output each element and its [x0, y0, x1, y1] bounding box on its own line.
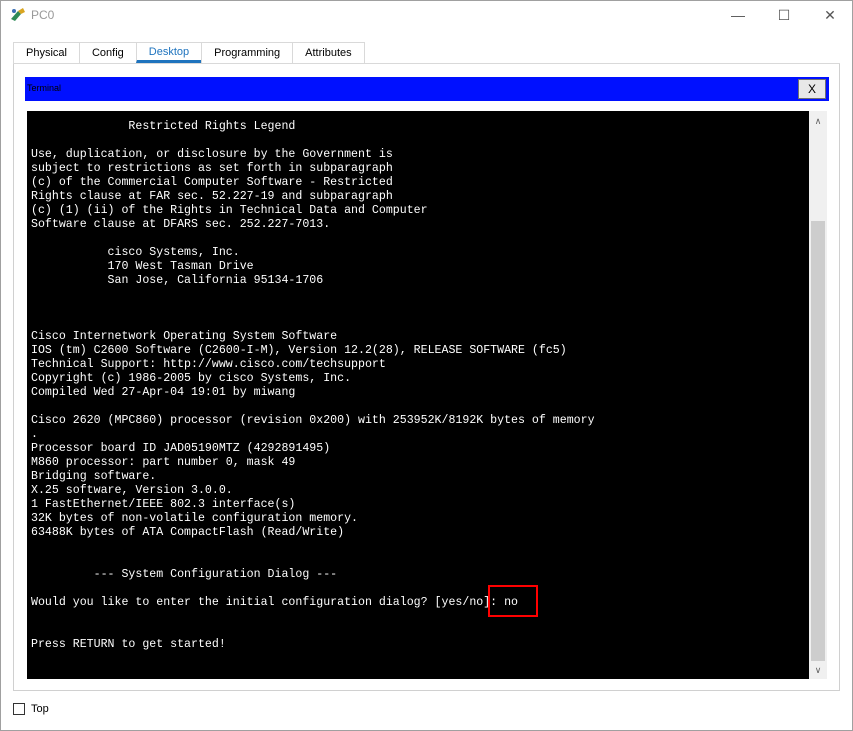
terminal-close-button[interactable]: X [798, 79, 826, 99]
tab-config[interactable]: Config [78, 42, 137, 63]
window-title: PC0 [31, 8, 55, 22]
scroll-down-icon[interactable]: ∨ [809, 662, 827, 678]
terminal-console[interactable]: Restricted Rights Legend Use, duplicatio… [27, 111, 809, 679]
tab-attributes[interactable]: Attributes [292, 42, 365, 63]
tab-physical[interactable]: Physical [13, 42, 80, 63]
tab-desktop[interactable]: Desktop [135, 42, 203, 63]
tab-programming[interactable]: Programming [201, 42, 294, 63]
scroll-thumb[interactable] [811, 221, 825, 661]
terminal-output: Restricted Rights Legend Use, duplicatio… [31, 120, 595, 651]
app-window: PC0 — ☐ ✕ Physical Config Desktop Progra… [0, 0, 853, 731]
title-bar: PC0 — ☐ ✕ [1, 1, 852, 29]
terminal-title: Terminal [27, 83, 62, 93]
top-checkbox[interactable] [13, 703, 25, 715]
scroll-up-icon[interactable]: ∧ [809, 113, 827, 129]
highlight-box [488, 585, 538, 617]
tab-bar: Physical Config Desktop Programming Attr… [13, 42, 365, 64]
top-checkbox-label: Top [31, 703, 49, 715]
terminal-scrollbar[interactable]: ∧ ∨ [809, 111, 827, 679]
terminal-title-bar: Terminal X [25, 77, 829, 101]
maximize-button[interactable]: ☐ [761, 1, 807, 29]
close-button[interactable]: ✕ [807, 1, 853, 29]
minimize-button[interactable]: — [715, 1, 761, 29]
packet-tracer-icon [11, 8, 25, 21]
